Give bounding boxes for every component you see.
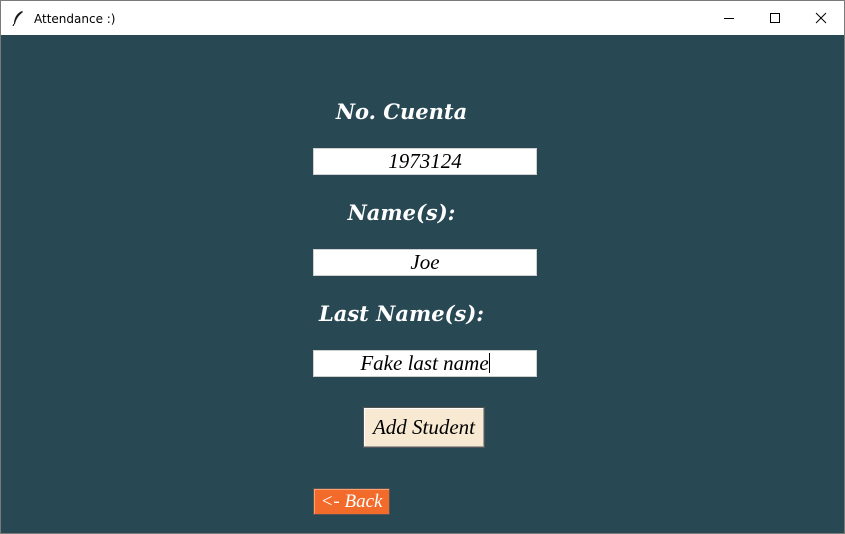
window-title: Attendance :): [34, 12, 116, 26]
app-window: Attendance :) No. Cuenta 1973124 Name(s)…: [0, 0, 845, 534]
last-name-input[interactable]: Fake last name: [313, 350, 537, 377]
last-name-label: Last Name(s):: [318, 301, 485, 326]
account-number-value: 1973124: [388, 149, 462, 173]
text-cursor: [488, 353, 490, 373]
account-number-label: No. Cuenta: [335, 99, 468, 124]
close-icon: [815, 12, 827, 24]
account-number-input[interactable]: 1973124: [313, 148, 537, 175]
last-name-value: Fake last name: [360, 351, 489, 375]
feather-icon: [11, 10, 25, 27]
title-bar[interactable]: Attendance :): [1, 1, 844, 35]
minimize-icon: [724, 18, 734, 19]
maximize-button[interactable]: [752, 1, 798, 35]
close-button[interactable]: [798, 1, 844, 35]
add-student-button[interactable]: Add Student: [363, 407, 485, 448]
maximize-icon: [770, 13, 780, 23]
name-label: Name(s):: [347, 200, 456, 225]
minimize-button[interactable]: [706, 1, 752, 35]
form-area: No. Cuenta 1973124 Name(s): Joe Last Nam…: [1, 35, 844, 533]
back-button[interactable]: <- Back: [313, 488, 390, 515]
name-input[interactable]: Joe: [313, 249, 537, 276]
name-value: Joe: [410, 250, 440, 274]
